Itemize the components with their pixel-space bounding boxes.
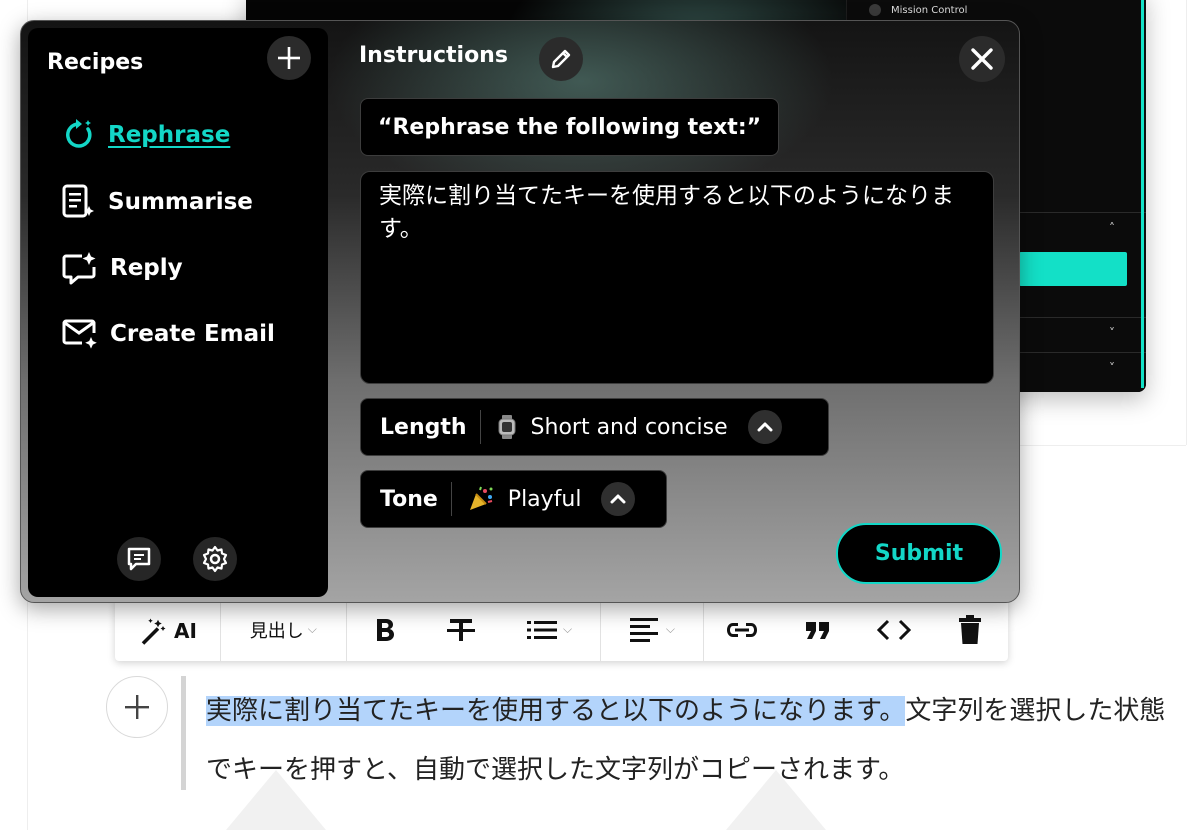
watch-icon: [497, 415, 517, 439]
page-right-border: [1186, 0, 1187, 445]
bulleted-list-icon: [526, 619, 557, 641]
length-selector[interactable]: Length Short and concise: [360, 398, 829, 456]
chevron-down-icon: ⌵: [307, 622, 317, 636]
length-value: Short and concise: [530, 414, 728, 440]
tone-selector[interactable]: Tone Playful: [360, 470, 667, 528]
length-label: Length: [380, 414, 467, 440]
instructions-title: Instructions: [359, 43, 508, 68]
link-button[interactable]: [704, 598, 780, 661]
feedback-button[interactable]: [117, 537, 161, 581]
chevron-up-icon: [610, 494, 626, 504]
recipe-item-reply[interactable]: Reply: [62, 251, 183, 285]
input-text-area[interactable]: 実際に割り当てたキーを使用すると以下のようになります。: [360, 171, 994, 384]
recipes-title: Recipes: [47, 50, 144, 75]
background-row-expanded[interactable]: ˄: [1019, 212, 1146, 248]
tone-toggle-button[interactable]: [601, 482, 636, 516]
recipe-label: Reply: [110, 255, 183, 281]
submit-button[interactable]: Submit: [836, 523, 1002, 584]
recipe-label: Create Email: [110, 321, 275, 347]
tone-label: Tone: [380, 486, 438, 512]
recipe-item-rephrase[interactable]: Rephrase: [62, 118, 230, 152]
selector-divider: [479, 410, 481, 444]
code-icon: [877, 619, 912, 641]
delete-button[interactable]: [932, 598, 1008, 661]
magic-wand-icon: [138, 616, 168, 646]
close-icon: [971, 48, 993, 70]
block-quote-bar: [181, 676, 186, 790]
trash-icon: [958, 614, 982, 645]
tone-value: Playful: [507, 486, 582, 512]
quote-button[interactable]: [780, 598, 856, 661]
selector-divider: [450, 482, 452, 516]
rephrase-icon: [62, 118, 96, 152]
list-dropdown[interactable]: ⌵: [499, 598, 601, 661]
chevron-down-icon: ˅: [1109, 361, 1115, 375]
bold-button[interactable]: [347, 598, 423, 661]
add-block-button[interactable]: [106, 676, 168, 738]
link-icon: [725, 620, 759, 640]
plus-icon: [278, 47, 300, 69]
pencil-icon: [549, 47, 573, 71]
mission-control-item[interactable]: Mission Control: [869, 4, 967, 16]
gear-icon: [201, 545, 229, 573]
formatting-toolbar: AI 見出し ⌵ ⌵ ⌵: [115, 598, 1008, 661]
create-email-icon: [62, 317, 98, 351]
bold-icon: [374, 617, 396, 643]
align-left-icon: [629, 617, 660, 643]
code-button[interactable]: [856, 598, 932, 661]
feedback-icon: [126, 546, 152, 572]
selected-text: 実際に割り当てたキーを使用すると以下のようになります。: [206, 696, 906, 726]
chevron-down-icon: ⌵: [562, 622, 573, 636]
paragraph-text: 文字列を選択した状態: [905, 696, 1166, 726]
summarise-icon: [62, 184, 96, 220]
party-popper-icon: [468, 486, 494, 512]
strikethrough-icon: [446, 617, 476, 643]
strikethrough-button[interactable]: [423, 598, 499, 661]
plus-icon: [124, 694, 150, 720]
chevron-down-icon: ˅: [1109, 326, 1115, 340]
background-teal-button[interactable]: [1019, 252, 1127, 286]
close-button[interactable]: [959, 36, 1005, 82]
quote-icon: [805, 620, 831, 640]
background-decoration: [226, 770, 326, 830]
background-decoration: [726, 770, 826, 830]
add-recipe-button[interactable]: [267, 36, 311, 80]
page-divider: [1020, 445, 1186, 446]
heading-dropdown[interactable]: 見出し ⌵: [221, 598, 346, 661]
chevron-down-icon: ⌵: [665, 622, 675, 636]
mission-control-dot-icon: [869, 4, 881, 16]
recipe-item-create-email[interactable]: Create Email: [62, 317, 275, 351]
recipe-label: Summarise: [108, 189, 253, 215]
mission-control-label: Mission Control: [891, 4, 968, 16]
align-dropdown[interactable]: ⌵: [601, 598, 703, 661]
heading-label: 見出し: [249, 620, 304, 642]
recipe-label: Rephrase: [108, 122, 231, 148]
background-teal-accent: [1141, 0, 1144, 388]
ai-label: AI: [173, 618, 197, 643]
reply-icon: [62, 251, 98, 285]
background-row-collapsed[interactable]: ˅: [1019, 317, 1146, 353]
recipes-sidebar: Recipes Rephrase Summarise Reply Create …: [28, 28, 328, 597]
recipe-item-summarise[interactable]: Summarise: [62, 184, 253, 220]
ai-button[interactable]: AI: [115, 598, 220, 661]
instruction-prompt: “Rephrase the following text:”: [360, 98, 779, 156]
chevron-up-icon: [757, 422, 773, 432]
editor-paragraph[interactable]: 実際に割り当てたキーを使用すると以下のようになります。文字列を選択した状態 でキー…: [206, 682, 1191, 800]
chevron-up-icon: ˄: [1109, 221, 1115, 235]
ai-recipes-popup: Recipes Rephrase Summarise Reply Create …: [20, 20, 1020, 603]
background-row-collapsed[interactable]: ˅: [1019, 352, 1146, 388]
edit-instructions-button[interactable]: [539, 37, 583, 81]
settings-button[interactable]: [193, 537, 237, 581]
length-toggle-button[interactable]: [747, 410, 782, 444]
